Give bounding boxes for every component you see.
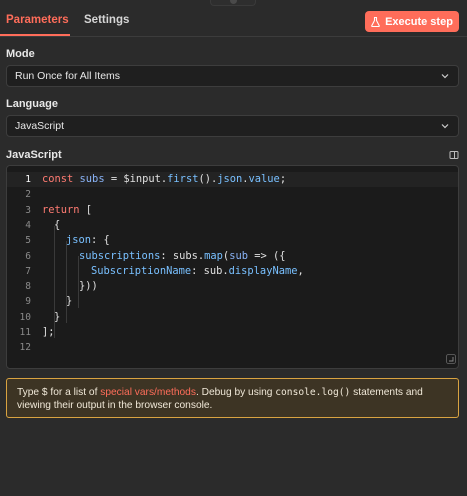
code-line-10: 10 }: [7, 310, 458, 325]
code-line-2: 2: [7, 187, 458, 202]
language-select[interactable]: JavaScript: [6, 115, 459, 137]
execute-step-button[interactable]: Execute step: [365, 11, 459, 32]
line-number: 10: [19, 311, 31, 323]
mode-select[interactable]: Run Once for All Items: [6, 65, 459, 87]
code-line-9: 9 }: [7, 294, 458, 309]
tab-bar: Parameters Settings Execute step: [0, 0, 467, 37]
language-label: Language: [6, 98, 58, 110]
code-line-3: 3 return [: [7, 203, 458, 218]
mode-value: Run Once for All Items: [15, 70, 121, 82]
line-number: 9: [25, 296, 31, 308]
special-vars-link[interactable]: special vars/methods: [100, 387, 196, 398]
resize-handle-icon[interactable]: [446, 354, 456, 364]
expand-editor-icon[interactable]: [449, 150, 459, 160]
tab-parameters[interactable]: Parameters: [6, 14, 69, 26]
code-line-12: 12: [7, 340, 458, 355]
line-number: 2: [25, 189, 31, 201]
chevron-down-icon: [441, 74, 449, 79]
language-value: JavaScript: [15, 120, 65, 132]
hint-text: . Debug by using: [195, 387, 276, 398]
line-number: 11: [19, 327, 31, 338]
keyword-token: const: [42, 173, 74, 185]
chevron-down-icon: [441, 124, 449, 129]
flask-icon: [371, 16, 380, 27]
code-line-8: 8 })): [7, 279, 458, 294]
code-line-5: 5 json: {: [7, 233, 458, 248]
hint-text: Type $ for a list of: [17, 387, 101, 398]
line-number: 12: [19, 342, 31, 354]
tab-settings[interactable]: Settings: [84, 14, 129, 26]
execute-step-label: Execute step: [385, 15, 453, 28]
line-number: 1: [25, 174, 31, 185]
line-number: 7: [25, 265, 31, 277]
active-tab-indicator: [0, 34, 70, 36]
code-line-4: 4 {: [7, 218, 458, 233]
line-number: 8: [25, 281, 31, 293]
code-line-11: 11 ];: [7, 325, 458, 340]
code-line-1: 1 const subs = $input.first().json.value…: [7, 172, 458, 188]
mode-label: Mode: [6, 48, 35, 60]
code-section-label: JavaScript: [6, 149, 62, 161]
code-hint-callout: Type $ for a list of special vars/method…: [6, 378, 459, 418]
line-number: 3: [25, 204, 31, 216]
line-number: 4: [25, 219, 31, 231]
variable-token: subs: [79, 173, 105, 185]
code-line-7: 7 SubscriptionName: sub.displayName,: [7, 264, 458, 279]
line-number: 6: [25, 250, 31, 262]
line-number: 5: [25, 235, 31, 247]
console-log-code: console.log(): [275, 387, 351, 398]
code-editor[interactable]: 1 const subs = $input.first().json.value…: [6, 165, 459, 369]
code-line-6: 6 subscriptions: subs.map(sub => ({: [7, 249, 458, 264]
